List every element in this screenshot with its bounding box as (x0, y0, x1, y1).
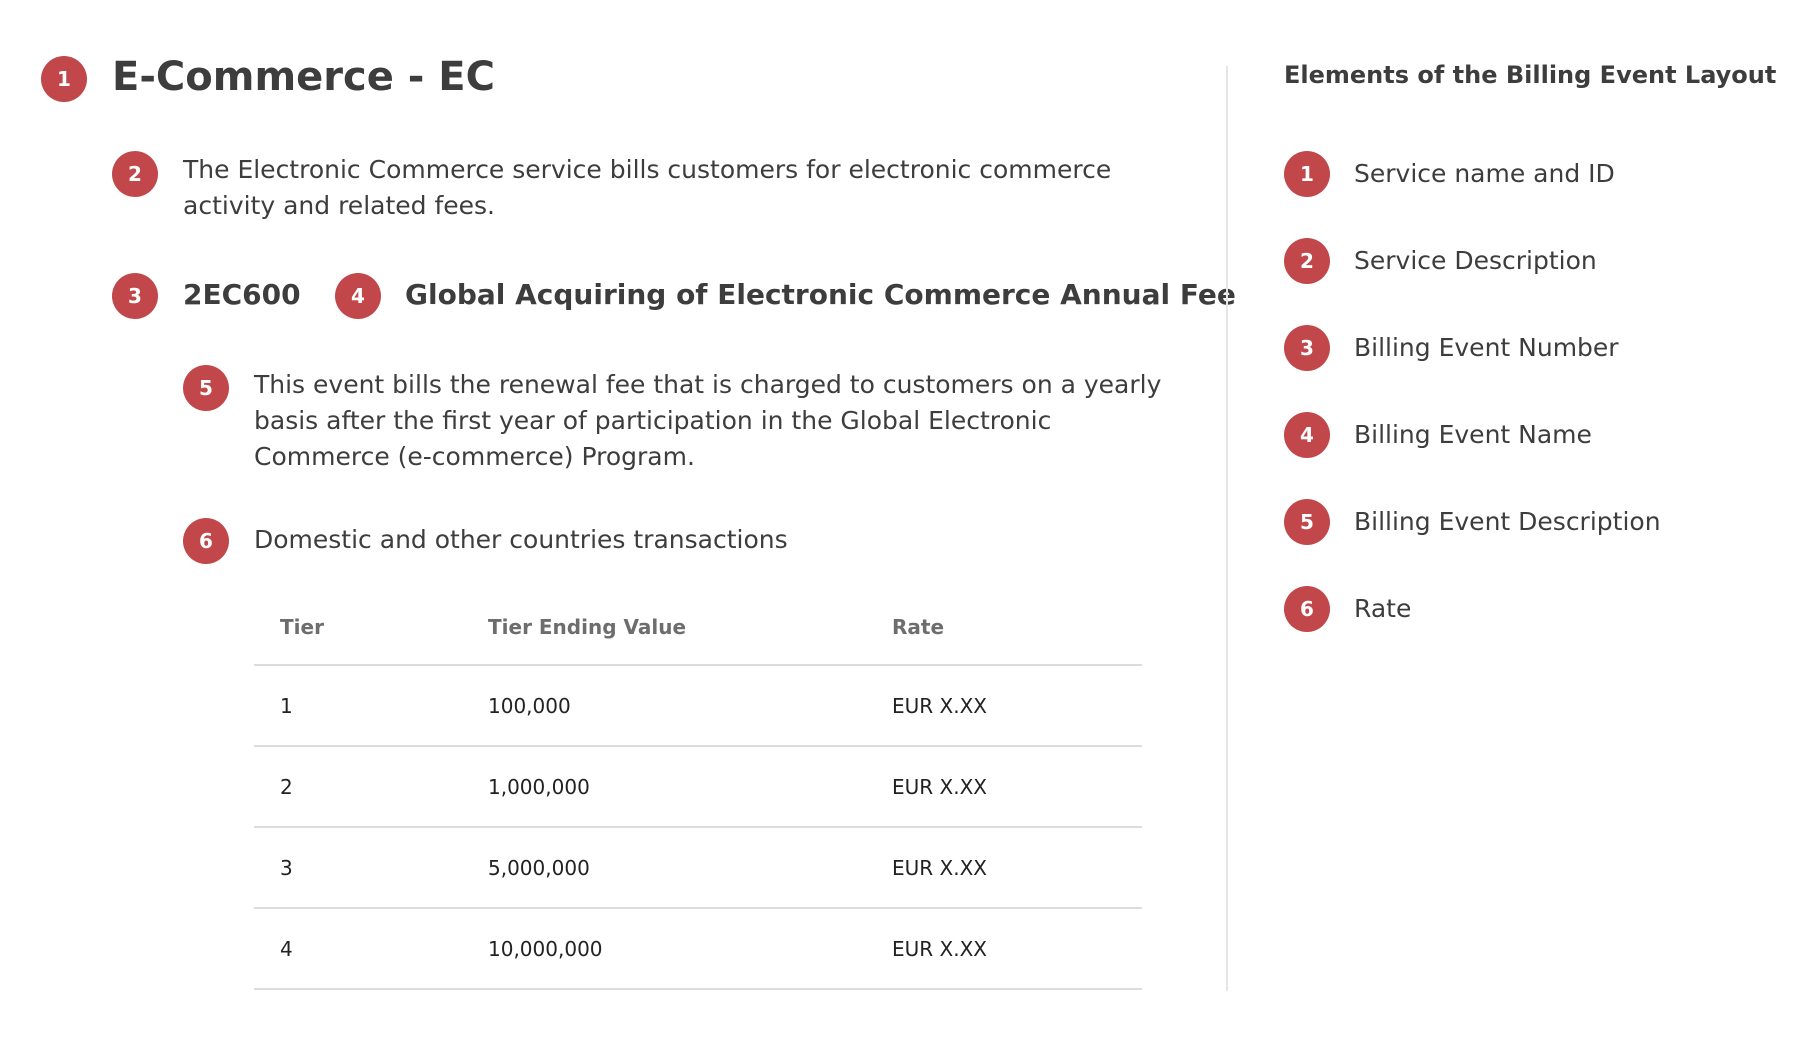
header-tier-ending-value: Tier Ending Value (462, 590, 866, 666)
cell-tier: 4 (254, 908, 462, 990)
table-row: 3 5,000,000 EUR X.XX (254, 827, 1142, 909)
table-header-row: Tier Tier Ending Value Rate (254, 590, 1142, 666)
vertical-divider (1226, 66, 1228, 991)
billing-event-name: Global Acquiring of Electronic Commerce … (405, 278, 1236, 311)
cell-rate: EUR X.XX (866, 908, 1142, 990)
legend-label: Billing Event Name (1354, 420, 1592, 449)
legend-label: Service Description (1354, 246, 1597, 275)
cell-tier: 2 (254, 746, 462, 828)
legend-label: Service name and ID (1354, 159, 1615, 188)
page-title: E-Commerce - EC (112, 54, 495, 100)
table-row: 2 1,000,000 EUR X.XX (254, 746, 1142, 828)
legend-label: Rate (1354, 594, 1412, 623)
legend-badge: 2 (1284, 238, 1330, 284)
badge-6: 6 (183, 518, 229, 564)
billing-event-number: 2EC600 (183, 278, 301, 311)
legend-badge: 1 (1284, 151, 1330, 197)
legend-label: Billing Event Description (1354, 507, 1661, 536)
page: 1 E-Commerce - EC 2 The Electronic Comme… (0, 0, 1800, 1050)
badge-1: 1 (41, 56, 87, 102)
legend-label: Billing Event Number (1354, 333, 1619, 362)
billing-event-description: This event bills the renewal fee that is… (254, 370, 1162, 471)
service-description: The Electronic Commerce service bills cu… (183, 155, 1112, 220)
legend-badge: 5 (1284, 499, 1330, 545)
legend-badge: 4 (1284, 412, 1330, 458)
cell-tier-ending-value: 10,000,000 (462, 908, 866, 990)
cell-tier: 3 (254, 827, 462, 909)
rate-label: Domestic and other countries transaction… (254, 525, 788, 554)
cell-rate: EUR X.XX (866, 827, 1142, 909)
legend-badge: 6 (1284, 586, 1330, 632)
badge-3: 3 (112, 273, 158, 319)
sidebar-title: Elements of the Billing Event Layout (1284, 61, 1777, 89)
cell-rate: EUR X.XX (866, 665, 1142, 747)
table-row: 1 100,000 EUR X.XX (254, 665, 1142, 747)
badge-4: 4 (335, 273, 381, 319)
cell-tier: 1 (254, 665, 462, 747)
badge-5: 5 (183, 365, 229, 411)
header-tier: Tier (254, 590, 462, 666)
cell-tier-ending-value: 1,000,000 (462, 746, 866, 828)
legend-badge: 3 (1284, 325, 1330, 371)
cell-rate: EUR X.XX (866, 746, 1142, 828)
badge-2: 2 (112, 151, 158, 197)
table-row: 4 10,000,000 EUR X.XX (254, 908, 1142, 990)
header-rate: Rate (866, 590, 1142, 666)
rate-table: Tier Tier Ending Value Rate 1 100,000 EU… (254, 590, 1142, 990)
cell-tier-ending-value: 5,000,000 (462, 827, 866, 909)
cell-tier-ending-value: 100,000 (462, 665, 866, 747)
